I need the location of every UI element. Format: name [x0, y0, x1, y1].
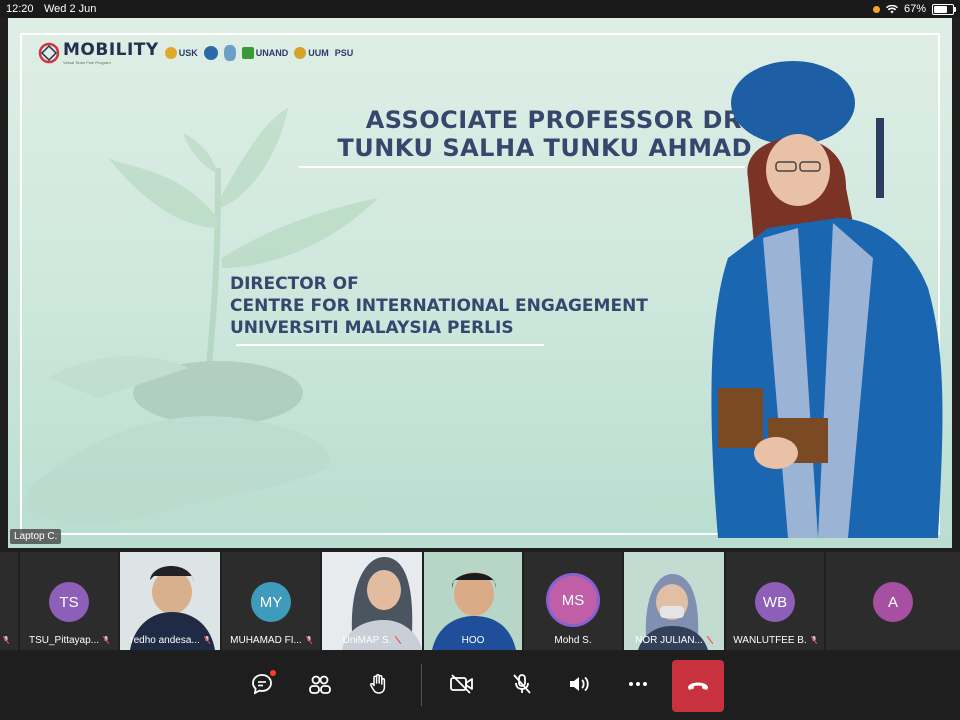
mic-off-icon	[513, 674, 531, 694]
clock: 12:20	[6, 3, 34, 15]
shared-screen: MOBILITY Virtual Team Pole Program USK U…	[8, 18, 952, 548]
end-call-button[interactable]	[672, 660, 724, 712]
participant-name: UniMAP S.	[328, 635, 416, 646]
raise-hand-icon	[370, 674, 386, 694]
avatar: WB	[755, 582, 795, 622]
participant-tile-active[interactable]: HOO	[424, 552, 522, 650]
participant-name: WANLUTFEE B.	[732, 635, 818, 646]
participant-tile[interactable]: TS TSU_Pittayap...	[20, 552, 118, 650]
avatar: TS	[49, 582, 89, 622]
participant-name: redho andesa...	[126, 635, 214, 646]
participant-tile[interactable]: WB WANLUTFEE B.	[726, 552, 824, 650]
logo-bar: MOBILITY Virtual Team Pole Program USK U…	[38, 40, 353, 65]
partner-logo-unand: UNAND	[241, 46, 288, 59]
participant-name: MUHAMAD FI...	[228, 635, 314, 646]
mic-muted-icon	[3, 636, 9, 644]
participant-tile-partial[interactable]	[0, 552, 18, 650]
participant-name: TSU_Pittayap...	[26, 635, 112, 646]
mobility-logo-tagline: Virtual Team Pole Program	[63, 60, 111, 65]
university-emblem-icon	[203, 45, 218, 60]
participant-name: NOR JULIAN...	[630, 635, 718, 646]
mobility-mark-icon	[38, 42, 60, 63]
battery-percent: 67%	[903, 3, 926, 15]
video-off-icon	[450, 674, 473, 694]
more-icon	[629, 682, 647, 686]
subtitle-underline	[236, 344, 544, 346]
unand-emblem-icon	[241, 46, 254, 59]
date: Wed 2 Jun	[44, 3, 97, 15]
speaker-name: ASSOCIATE PROFESSOR DR. TUNKU SALHA TUNK…	[337, 106, 752, 162]
partner-logo-usk: USK	[164, 46, 198, 59]
speaker-position: DIRECTOR OF CENTRE FOR INTERNATIONAL ENG…	[230, 274, 648, 338]
recording-dot-icon	[872, 5, 880, 13]
wifi-icon	[885, 4, 898, 13]
more-options-button[interactable]	[618, 664, 658, 704]
avatar: A	[873, 582, 913, 622]
battery-level	[934, 5, 948, 13]
uum-emblem-icon	[294, 46, 307, 59]
participant-tile[interactable]: UniMAP S.	[322, 552, 422, 650]
video-toggle-button[interactable]	[442, 664, 482, 704]
status-bar: 12:20 Wed 2 Jun 67%	[0, 0, 960, 18]
mic-muted-icon	[706, 636, 713, 644]
mic-muted-icon	[103, 636, 110, 644]
status-indicators: 67%	[872, 3, 956, 15]
mobility-logo: MOBILITY Virtual Team Pole Program	[38, 40, 159, 65]
participant-tile[interactable]: MY MUHAMAD FI...	[222, 552, 320, 650]
meeting-controls	[0, 652, 960, 720]
chat-button[interactable]	[242, 664, 282, 704]
mic-muted-icon	[203, 636, 210, 644]
participant-tile[interactable]: A	[826, 552, 960, 650]
mobility-logo-text: MOBILITY	[63, 40, 159, 60]
mic-muted-icon	[305, 636, 312, 644]
raise-hand-button[interactable]	[358, 664, 398, 704]
speaker-portrait	[711, 61, 943, 538]
speaker-icon	[570, 677, 589, 691]
participant-name: HOO	[461, 635, 485, 646]
mic-toggle-button[interactable]	[502, 664, 542, 704]
notification-dot	[270, 670, 276, 676]
mic-muted-icon	[810, 636, 817, 644]
university-crest-icon	[223, 44, 236, 61]
toolbar-divider	[421, 664, 422, 706]
participants-icon	[309, 675, 331, 694]
participant-name: Mohd S.	[554, 635, 592, 646]
avatar: MS	[549, 576, 597, 624]
participant-tile[interactable]: MS Mohd S.	[524, 552, 622, 650]
title-underline	[299, 166, 745, 168]
usk-emblem-icon	[164, 46, 177, 59]
participant-strip[interactable]: TS TSU_Pittayap... redho andesa... MY MU…	[0, 552, 960, 650]
participant-tile[interactable]: redho andesa...	[120, 552, 220, 650]
partner-logo-psu: PSU	[334, 47, 354, 58]
battery-icon	[932, 3, 956, 15]
partner-logo-uum: UUM	[294, 46, 329, 59]
chat-icon	[252, 674, 272, 695]
end-call-icon	[688, 682, 708, 690]
mic-muted-icon	[395, 636, 402, 644]
speaker-button[interactable]	[560, 664, 600, 704]
participants-button[interactable]	[300, 664, 340, 704]
participant-tile[interactable]: NOR JULIAN...	[624, 552, 724, 650]
avatar: MY	[251, 582, 291, 622]
presenter-label: Laptop C.	[10, 529, 62, 544]
